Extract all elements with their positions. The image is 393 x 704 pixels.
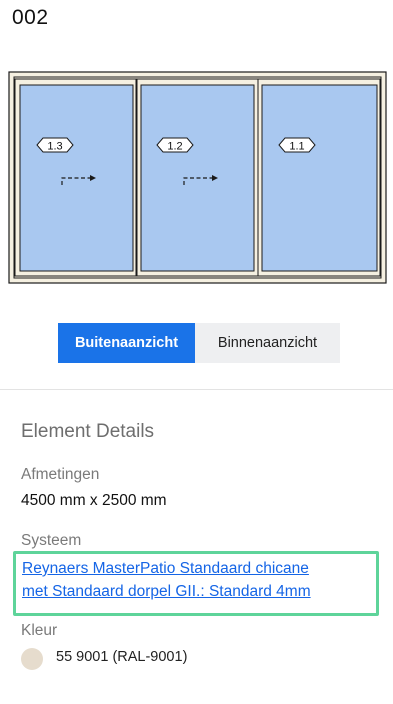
page-title: 002	[12, 6, 49, 29]
view-toggle: Buitenaanzicht Binnenaanzicht	[58, 323, 340, 363]
inside-view-button[interactable]: Binnenaanzicht	[195, 323, 340, 363]
system-link-line-2[interactable]: met Standaard dorpel GII.: Standard 4mm	[22, 580, 370, 603]
color-value: 55 9001 (RAL-9001)	[56, 649, 188, 665]
section-divider	[0, 389, 393, 390]
color-swatch	[21, 648, 43, 670]
system-label: Systeem	[21, 532, 82, 549]
window-glass-pane	[261, 84, 378, 272]
system-link-line-1[interactable]: Reynaers MasterPatio Standaard chicane	[22, 557, 370, 580]
panel-tag-1-2: 1.2	[156, 137, 194, 153]
dimensions-value: 4500 mm x 2500 mm	[21, 492, 167, 509]
dimensions-label: Afmetingen	[21, 466, 100, 483]
window-drawing: 1.3 1.2 1.1	[8, 71, 387, 284]
system-highlight-box: Reynaers MasterPatio Standaard chicane m…	[13, 551, 379, 616]
panel-label: 1.1	[289, 141, 304, 153]
outside-view-button[interactable]: Buitenaanzicht	[58, 323, 195, 363]
panel-label: 1.3	[47, 141, 62, 153]
panel-tag-1-1: 1.1	[278, 137, 316, 153]
panel-tag-1-3: 1.3	[36, 137, 74, 153]
color-label: Kleur	[21, 622, 58, 639]
details-heading: Element Details	[21, 421, 155, 442]
panel-label: 1.2	[167, 141, 182, 153]
